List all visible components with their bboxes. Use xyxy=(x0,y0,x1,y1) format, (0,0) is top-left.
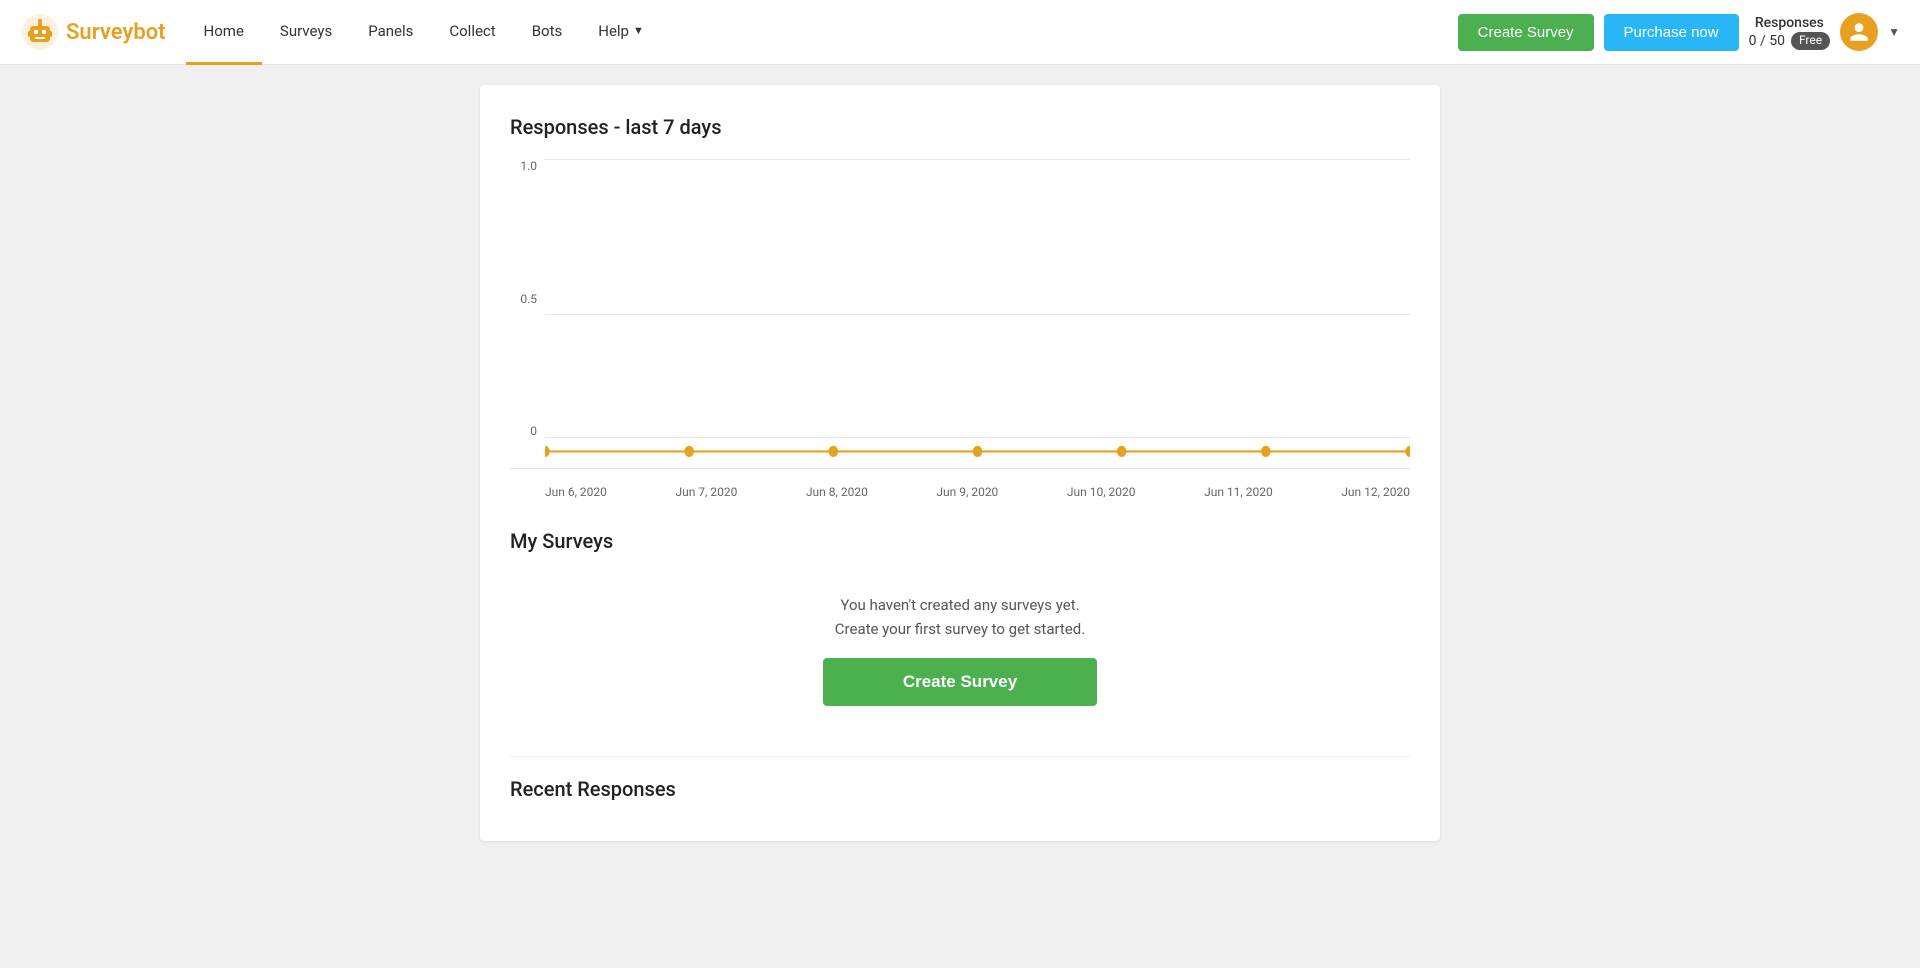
y-label-3: 0 xyxy=(530,424,537,438)
content-card: Responses - last 7 days 1.0 0.5 0 xyxy=(480,85,1440,841)
x-label-5: Jun 11, 2020 xyxy=(1204,485,1273,499)
chart-section: Responses - last 7 days 1.0 0.5 0 xyxy=(510,115,1410,509)
brand-logo-icon xyxy=(20,12,60,52)
x-label-6: Jun 12, 2020 xyxy=(1341,485,1410,499)
user-avatar[interactable] xyxy=(1840,13,1878,51)
x-label-4: Jun 10, 2020 xyxy=(1067,485,1136,499)
create-survey-button[interactable]: Create Survey xyxy=(1458,14,1594,51)
responses-value: 0 / 50 Free xyxy=(1749,32,1831,50)
brand-name: Surveybot xyxy=(66,20,166,45)
navbar: Surveybot Home Surveys Panels Collect Bo… xyxy=(0,0,1920,65)
my-surveys-title: My Surveys xyxy=(510,529,1410,553)
chart-container: 1.0 0.5 0 xyxy=(510,159,1410,469)
user-icon xyxy=(1848,21,1870,43)
responses-counter: Responses 0 / 50 Free xyxy=(1749,14,1831,50)
purchase-now-button[interactable]: Purchase now xyxy=(1604,14,1739,51)
chart-area xyxy=(545,159,1410,468)
nav-link-bots[interactable]: Bots xyxy=(514,0,581,65)
responses-label: Responses xyxy=(1755,14,1824,32)
x-labels: Jun 6, 2020 Jun 7, 2020 Jun 8, 2020 Jun … xyxy=(510,479,1410,509)
create-survey-main-button[interactable]: Create Survey xyxy=(823,658,1097,706)
empty-line-1: You haven't created any surveys yet. xyxy=(835,593,1085,617)
x-label-3: Jun 9, 2020 xyxy=(936,485,998,499)
main-content: Responses - last 7 days 1.0 0.5 0 xyxy=(0,65,1920,861)
y-label-1: 1.0 xyxy=(520,159,537,173)
my-surveys-section: My Surveys You haven't created any surve… xyxy=(510,509,1410,757)
help-dropdown-arrow: ▼ xyxy=(633,24,644,37)
empty-surveys: You haven't created any surveys yet. Cre… xyxy=(510,573,1410,736)
empty-surveys-text: You haven't created any surveys yet. Cre… xyxy=(835,593,1085,641)
nav-links: Home Surveys Panels Collect Bots Help ▼ xyxy=(186,0,1458,65)
user-dropdown-arrow[interactable]: ▼ xyxy=(1888,25,1900,39)
nav-link-collect[interactable]: Collect xyxy=(431,0,513,65)
free-badge: Free xyxy=(1791,32,1830,50)
x-label-0: Jun 6, 2020 xyxy=(545,485,607,499)
nav-link-home[interactable]: Home xyxy=(186,0,262,65)
nav-actions: Create Survey Purchase now Responses 0 /… xyxy=(1458,13,1900,51)
chart-y-labels: 1.0 0.5 0 xyxy=(510,159,545,438)
nav-link-surveys[interactable]: Surveys xyxy=(262,0,350,65)
recent-responses-section: Recent Responses xyxy=(510,757,1410,841)
y-label-2: 0.5 xyxy=(520,292,537,306)
chart-svg xyxy=(545,159,1410,468)
empty-line-2: Create your first survey to get started. xyxy=(835,617,1085,641)
x-label-1: Jun 7, 2020 xyxy=(675,485,737,499)
recent-responses-title: Recent Responses xyxy=(510,777,1410,801)
brand-logo-link[interactable]: Surveybot xyxy=(20,12,166,52)
nav-link-help[interactable]: Help ▼ xyxy=(580,0,662,65)
x-label-2: Jun 8, 2020 xyxy=(806,485,868,499)
chart-title: Responses - last 7 days xyxy=(510,115,1410,139)
nav-link-panels[interactable]: Panels xyxy=(350,0,431,65)
